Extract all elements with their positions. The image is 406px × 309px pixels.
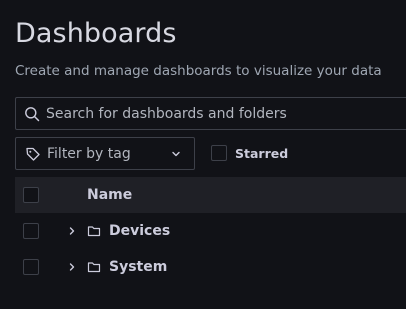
page-title: Dashboards [15,18,177,49]
row-checkbox[interactable] [23,259,39,275]
folder-icon [87,224,101,238]
chevron-right-icon[interactable] [66,225,78,237]
chevron-down-icon [170,148,182,160]
folder-name[interactable]: Devices [109,223,170,239]
table-row[interactable]: System [15,249,406,285]
table-row[interactable]: Devices [15,213,406,249]
tag-icon [25,146,41,162]
chevron-right-icon[interactable] [66,261,78,273]
folder-icon [87,260,101,274]
starred-filter[interactable]: Starred [211,145,288,161]
tag-filter-dropdown[interactable]: Filter by tag [15,137,195,170]
tag-filter-label: Filter by tag [47,145,131,162]
starred-checkbox[interactable] [211,145,227,161]
table-header: Name [15,177,406,213]
search-icon [24,106,40,122]
row-checkbox[interactable] [23,223,39,239]
search-input[interactable] [46,105,386,122]
column-header-name[interactable]: Name [87,187,132,203]
search-box[interactable] [15,97,406,130]
page-subtitle: Create and manage dashboards to visualiz… [15,63,382,79]
starred-label: Starred [235,145,289,161]
select-all-checkbox[interactable] [23,187,39,203]
folder-name[interactable]: System [109,259,167,275]
